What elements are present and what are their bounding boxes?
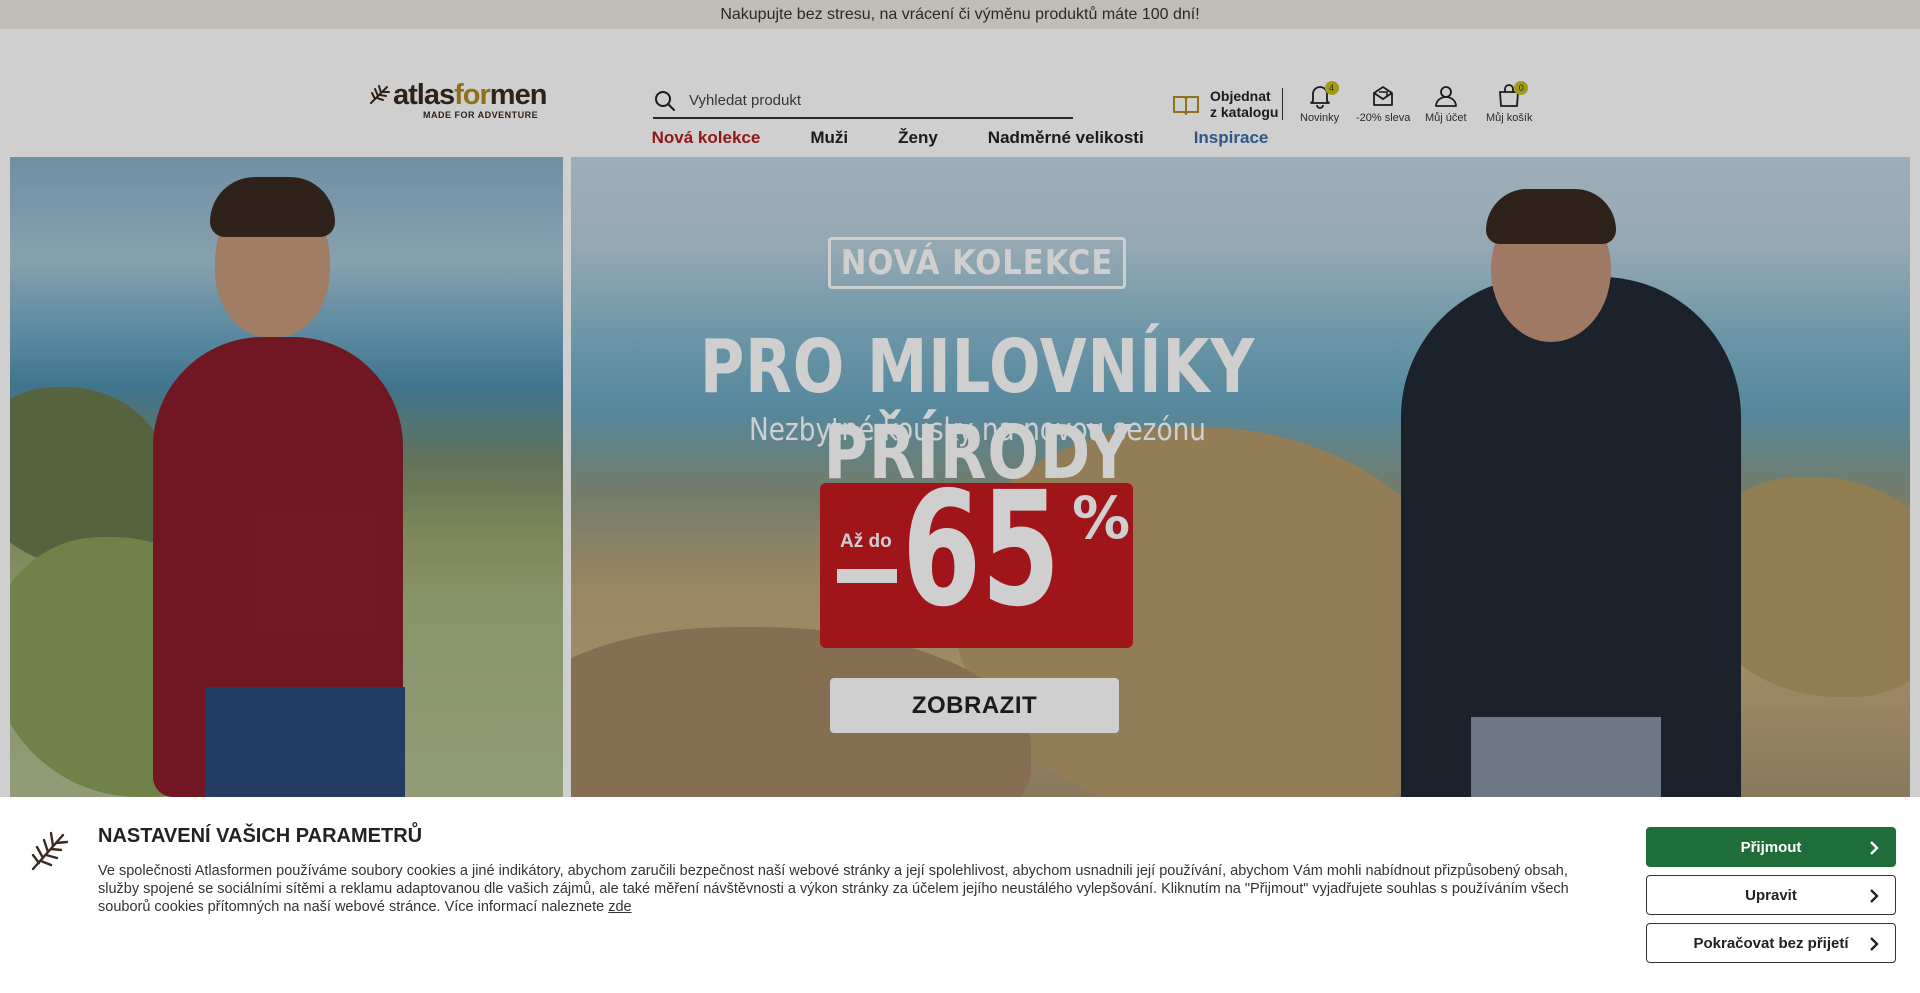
chevron-right-icon [1870,841,1879,855]
nav-item-women[interactable]: Ženy [898,128,938,158]
continue-without-accepting-button[interactable]: Pokračovat bez přijetí [1646,923,1896,963]
cookie-banner: NASTAVENÍ VAŠICH PARAMETRŮ Ve společnost… [0,797,1920,993]
discount-promo-box: Až do 65 % [820,471,1133,648]
cart-badge: 0 [1514,81,1529,95]
discount-label: -20% sleva [1356,112,1411,124]
cookie-text: Ve společnosti Atlasformen používáme sou… [98,863,1569,915]
account-link[interactable]: Můj účet [1425,83,1467,124]
hero-left-image[interactable] [10,157,563,797]
catalog-label: Objednat z katalogu [1210,88,1284,120]
logo-tagline: MADE FOR ADVENTURE [423,110,539,120]
promo-minus-sign [837,569,897,583]
promo-percent: % [1072,484,1131,552]
new-collection-badge: NOVÁ KOLEKCE [828,237,1126,289]
news-badge: 4 [1324,81,1339,95]
search-bar[interactable] [653,84,1073,119]
hero-cta-button[interactable]: ZOBRAZIT [830,678,1119,733]
discount-link[interactable]: -20% sleva [1356,83,1410,124]
hero-right-model-hair [1486,189,1616,244]
search-icon[interactable] [653,89,677,113]
announcement-text: Nakupujte bez stresu, na vrácení či výmě… [720,5,1200,23]
chevron-right-icon [1870,937,1879,951]
hero-left-model-hair [210,177,335,237]
hero-left-model-jeans [205,687,405,797]
cart-link[interactable]: 0 Můj košík [1486,81,1533,124]
fern-logo-icon [31,831,69,871]
site-logo[interactable]: atlasformen MADE FOR ADVENTURE [367,79,562,123]
promo-value: 65 [902,458,1061,642]
accept-cookies-button[interactable]: Přijmout [1646,827,1896,867]
main-nav: Nová kolekce Muži Ženy Nadměrné velikost… [0,128,1920,158]
gift-icon [1373,86,1394,106]
cookie-more-info-link[interactable]: zde [608,899,631,915]
hero-subtitle: Nezbytné kousky na novou sezónu [748,412,1206,448]
fern-logo-icon [370,85,390,104]
nav-item-plus-sizes[interactable]: Nadměrné velikosti [988,128,1144,158]
edit-cookies-button[interactable]: Upravit [1646,875,1896,915]
announcement-bar: Nakupujte bez stresu, na vrácení či výmě… [0,0,1920,29]
news-label: Novinky [1300,112,1340,124]
nav-item-inspiration[interactable]: Inspirace [1194,128,1269,158]
account-label: Můj účet [1425,112,1467,124]
user-icon [1434,86,1457,107]
search-input[interactable] [689,92,1049,109]
catalog-order-link[interactable]: Objednat z katalogu [1172,85,1284,123]
cookie-title: NASTAVENÍ VAŠICH PARAMETRŮ [98,825,423,847]
cart-label: Můj košík [1486,112,1533,124]
logo-wordmark: atlasformen [393,79,547,111]
nav-item-men[interactable]: Muži [810,128,848,158]
hero-right-model-jeans [1471,717,1661,797]
catalog-book-icon [1173,96,1199,115]
promo-prefix: Až do [840,531,892,552]
chevron-right-icon [1870,889,1879,903]
nav-item-new-collection[interactable]: Nová kolekce [652,128,761,158]
hero-banner[interactable]: NOVÁ KOLEKCE PRO MILOVNÍKY PŘÍRODY Nezby… [10,157,1910,797]
hero-right-image[interactable]: NOVÁ KOLEKCE PRO MILOVNÍKY PŘÍRODY Nezby… [571,157,1910,797]
news-link[interactable]: 4 Novinky [1300,81,1340,124]
